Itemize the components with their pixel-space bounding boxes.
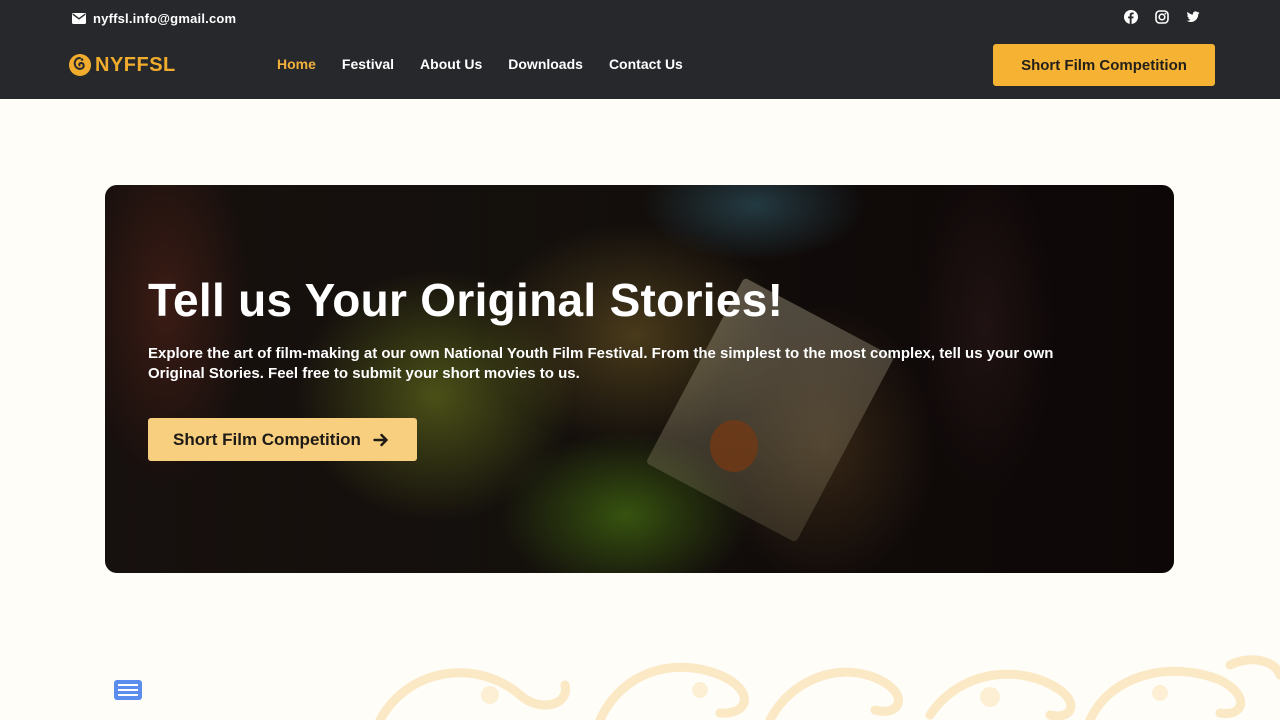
topbar-email[interactable]: nyffsl.info@gmail.com [72,9,236,27]
hero-short-film-competition-button[interactable]: Short Film Competition [148,418,417,461]
header-short-film-competition-button[interactable]: Short Film Competition [993,44,1215,86]
twitter-icon[interactable] [1186,10,1200,24]
festival-logo-icon [69,54,91,76]
hero-cta-label: Short Film Competition [173,429,361,449]
instagram-icon[interactable] [1155,10,1169,24]
nav-item-contact-us[interactable]: Contact Us [609,56,683,72]
arrow-right-icon [373,433,388,446]
hero-banner: Tell us Your Original Stories! Explore t… [105,185,1174,573]
hero-description: Explore the art of film-making at our ow… [148,345,1054,382]
facebook-icon[interactable] [1124,10,1138,24]
site-logo[interactable]: NYFFSL [68,52,176,78]
main-nav: Home Festival About Us Downloads Contact… [277,54,683,74]
nav-item-downloads[interactable]: Downloads [508,56,583,72]
newspaper-icon[interactable] [112,678,144,702]
nav-item-about-us[interactable]: About Us [420,56,482,72]
email-text: nyffsl.info@gmail.com [93,10,237,26]
envelope-icon [72,12,86,24]
site-header: nyffsl.info@gmail.com NYFFSL Home Festiv… [0,0,1280,99]
decorative-ornament [370,655,1280,720]
social-links [1124,10,1200,24]
nav-item-festival[interactable]: Festival [342,56,394,72]
nav-item-home[interactable]: Home [277,56,316,72]
logo-text: NYFFSL [95,53,176,76]
hero-title: Tell us Your Original Stories! [148,274,784,326]
